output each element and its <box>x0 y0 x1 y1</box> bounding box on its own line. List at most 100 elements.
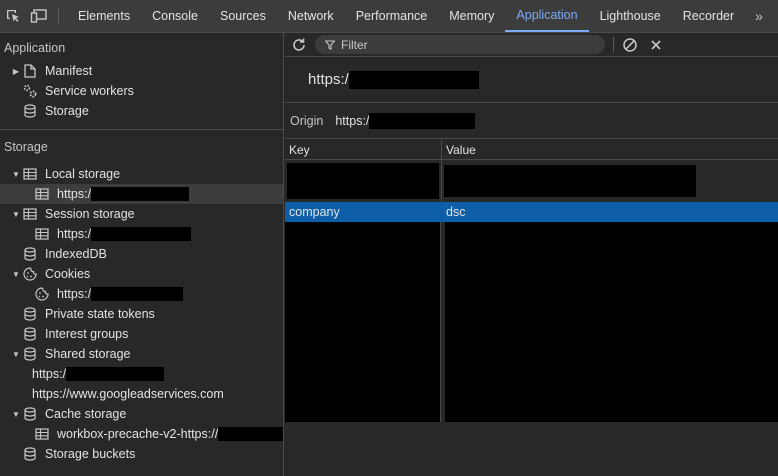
database-icon <box>22 346 38 362</box>
table-icon <box>34 226 50 242</box>
application-sidebar: Application ▶ Manifest Service workers S… <box>0 33 284 476</box>
sidebar-item-shared-storage-origin[interactable]: https:/ <box>0 364 283 384</box>
application-section-header: Application <box>4 41 66 55</box>
sidebar-divider <box>0 129 283 130</box>
storage-section-header: Storage <box>4 140 48 154</box>
sidebar-item-local-storage-origin[interactable]: https:/ <box>0 184 283 204</box>
tab-sources[interactable]: Sources <box>209 0 277 32</box>
sidebar-item-label: https:/ <box>57 287 92 301</box>
storage-origin-title: https:/ <box>285 57 778 103</box>
storage-main-panel: Filter https:/ Origin https:/ Key Value <box>285 33 778 476</box>
sidebar-item-interest-groups[interactable]: Interest groups <box>0 324 283 344</box>
value-cell: dsc <box>446 205 466 219</box>
sidebar-item-cache-workbox[interactable]: workbox-precache-v2-https:// <box>0 424 283 444</box>
device-toolbar-icon[interactable] <box>26 0 52 32</box>
table-icon <box>22 166 38 182</box>
table-empty-area <box>285 222 778 422</box>
more-tabs-button[interactable]: » <box>745 0 773 32</box>
tab-application[interactable]: Application <box>505 0 589 32</box>
sidebar-item-label: Shared storage <box>45 347 131 361</box>
tab-lighthouse[interactable]: Lighthouse <box>589 0 672 32</box>
redacted-block <box>91 187 190 201</box>
tab-recorder[interactable]: Recorder <box>672 0 745 32</box>
sidebar-item-cookies-origin[interactable]: https:/ <box>0 284 283 304</box>
database-icon <box>22 326 38 342</box>
redacted-block <box>66 367 165 381</box>
sidebar-item-manifest[interactable]: ▶ Manifest <box>0 61 283 81</box>
sidebar-item-label: Storage <box>45 104 89 118</box>
database-icon <box>22 103 38 119</box>
tab-network[interactable]: Network <box>277 0 345 32</box>
cookie-icon <box>22 266 38 282</box>
sidebar-item-label: https:/ <box>57 227 92 241</box>
sidebar-item-indexeddb[interactable]: IndexedDB <box>0 244 283 264</box>
sidebar-item-label: https:/ <box>32 367 67 381</box>
database-icon <box>22 406 38 422</box>
redacted-block <box>444 222 778 422</box>
table-icon <box>34 186 50 202</box>
table-row[interactable]: company dsc <box>285 202 778 222</box>
redacted-block <box>369 112 476 129</box>
table-icon <box>34 426 50 442</box>
cookie-icon <box>34 286 50 302</box>
storage-data-grid: Key Value company dsc <box>285 140 778 476</box>
sidebar-item-storage-buckets[interactable]: Storage buckets <box>0 444 283 464</box>
column-header-key[interactable]: Key <box>285 140 442 159</box>
sidebar-item-label: workbox-precache-v2-https:// <box>57 427 219 441</box>
sidebar-item-cache-storage[interactable]: ▼ Cache storage <box>0 404 283 424</box>
filter-icon <box>325 39 335 50</box>
sidebar-item-local-storage[interactable]: ▼ Local storage <box>0 164 283 184</box>
sidebar-item-service-workers[interactable]: Service workers <box>0 81 283 101</box>
sidebar-item-label: Interest groups <box>45 327 129 341</box>
sidebar-item-label: Storage buckets <box>45 447 136 461</box>
redacted-block <box>91 287 184 301</box>
sidebar-item-label: Cache storage <box>45 407 127 421</box>
sidebar-item-private-state-tokens[interactable]: Private state tokens <box>0 304 283 324</box>
collapse-arrow-icon[interactable]: ▼ <box>10 270 22 279</box>
expand-arrow-icon[interactable]: ▶ <box>10 67 22 76</box>
sidebar-item-label: Manifest <box>45 64 93 78</box>
toolbar-divider <box>58 8 59 24</box>
redacted-block <box>348 70 479 89</box>
refresh-icon[interactable] <box>291 37 307 53</box>
clear-all-icon[interactable] <box>622 37 638 53</box>
database-icon <box>22 246 38 262</box>
table-row-redacted[interactable] <box>285 160 778 202</box>
sidebar-item-session-storage[interactable]: ▼ Session storage <box>0 204 283 224</box>
origin-title-text: https:/ <box>308 71 349 88</box>
collapse-arrow-icon[interactable]: ▼ <box>10 170 22 179</box>
collapse-arrow-icon[interactable]: ▼ <box>10 410 22 419</box>
origin-label: Origin <box>290 113 324 128</box>
tab-elements[interactable]: Elements <box>67 0 141 32</box>
sidebar-item-label: IndexedDB <box>45 247 107 261</box>
sidebar-item-shared-storage[interactable]: ▼ Shared storage <box>0 344 283 364</box>
sidebar-item-label: Session storage <box>45 207 135 221</box>
key-cell <box>285 160 442 202</box>
collapse-arrow-icon[interactable]: ▼ <box>10 210 22 219</box>
tab-performance[interactable]: Performance <box>345 0 439 32</box>
origin-value: https:/ <box>335 113 370 128</box>
redacted-block <box>91 227 192 241</box>
filter-input[interactable]: Filter <box>315 35 605 54</box>
inspect-element-icon[interactable] <box>0 0 26 32</box>
redacted-block <box>287 163 439 199</box>
file-icon <box>22 63 38 79</box>
tab-memory[interactable]: Memory <box>438 0 505 32</box>
sidebar-item-storage[interactable]: Storage <box>0 101 283 121</box>
redacted-block <box>218 427 283 441</box>
redacted-block <box>285 222 441 422</box>
table-icon <box>22 206 38 222</box>
sidebar-item-session-storage-origin[interactable]: https:/ <box>0 224 283 244</box>
storage-toolbar: Filter <box>285 33 778 57</box>
database-icon <box>22 306 38 322</box>
collapse-arrow-icon[interactable]: ▼ <box>10 350 22 359</box>
database-icon <box>22 446 38 462</box>
tab-console[interactable]: Console <box>141 0 209 32</box>
column-header-value[interactable]: Value <box>442 140 778 159</box>
origin-row: Origin https:/ <box>285 103 778 139</box>
delete-selected-icon[interactable] <box>650 39 662 51</box>
grid-header: Key Value <box>285 140 778 160</box>
sidebar-item-shared-storage-googleadservices[interactable]: https://www.googleadservices.com <box>0 384 283 404</box>
devtools-tab-bar: Elements Console Sources Network Perform… <box>0 0 778 33</box>
sidebar-item-cookies[interactable]: ▼ Cookies <box>0 264 283 284</box>
